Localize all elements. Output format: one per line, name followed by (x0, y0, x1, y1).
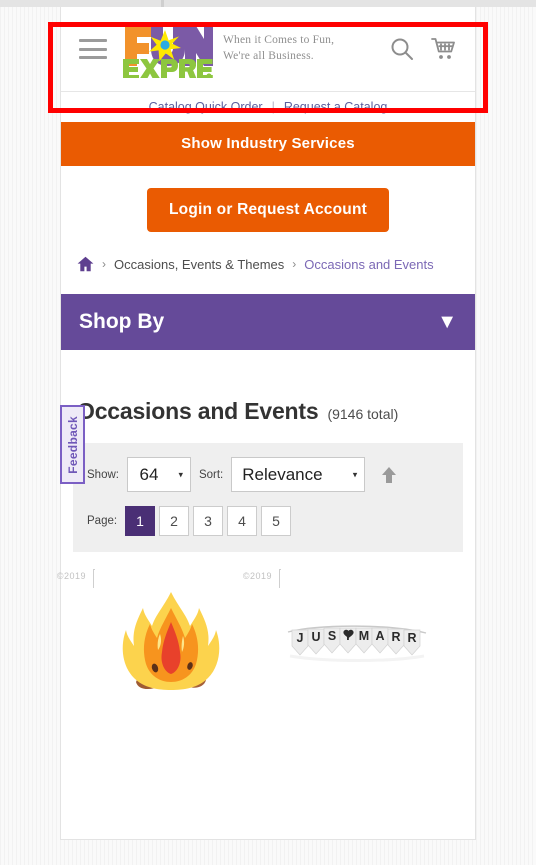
breadcrumb-item-occasions-and-events[interactable]: Occasions and Events (304, 257, 433, 272)
pagination-list: 1 2 3 4 5 (125, 506, 292, 536)
top-strip-notch (161, 0, 164, 7)
image-watermark: ©2019 (242, 571, 272, 581)
quick-links-separator: | (271, 100, 275, 114)
shop-by-label: Shop By (79, 310, 165, 333)
breadcrumb-item-occasions-events-themes[interactable]: Occasions, Events & Themes (114, 257, 284, 272)
shopping-cart-icon[interactable] (431, 37, 457, 61)
svg-text:J: J (297, 631, 304, 645)
show-industry-services-bar[interactable]: Show Industry Services (61, 122, 475, 166)
hamburger-bar (79, 47, 107, 51)
hamburger-bar (79, 39, 107, 42)
page-container: When it Comes to Fun, We're all Business… (57, 7, 476, 840)
page-label: Page: (87, 515, 118, 527)
image-watermark: ©2019 (56, 571, 86, 581)
login-button-wrapper: Login or Request Account (61, 166, 475, 256)
hamburger-menu-icon[interactable] (79, 39, 107, 59)
product-grid: ©2019 Inflatable Campfire (57, 552, 475, 724)
svg-text:A: A (375, 629, 384, 643)
page-title-row: Occasions and Events (9146 total) (61, 350, 475, 425)
shop-by-accordion-header[interactable]: Shop By ▼ (61, 294, 475, 350)
home-icon[interactable] (77, 256, 94, 272)
sort-by-select[interactable]: Relevance (231, 457, 366, 492)
search-icon[interactable] (389, 36, 415, 62)
filter-toolbar: Show: 64 ▾ Sort: Relevance ▾ Page: 1 2 3… (73, 443, 463, 552)
header-icon-group (389, 36, 457, 62)
chevron-down-icon: ▼ (437, 311, 457, 333)
svg-text:M: M (359, 629, 369, 643)
page-button-1[interactable]: 1 (125, 506, 156, 536)
show-select-wrapper: 64 ▾ (126, 457, 191, 492)
site-header: When it Comes to Fun, We're all Business… (61, 7, 475, 92)
svg-text:R: R (391, 630, 400, 644)
svg-text:S: S (328, 629, 336, 643)
browser-top-strip (0, 0, 536, 7)
svg-text:R: R (407, 631, 416, 645)
feedback-tab[interactable]: Feedback (60, 405, 85, 484)
result-count: (9146 total) (327, 406, 399, 422)
login-or-request-account-button[interactable]: Login or Request Account (147, 188, 389, 232)
filter-row-pagination: Page: 1 2 3 4 5 (87, 506, 449, 536)
show-label: Show: (87, 468, 119, 481)
product-card: J U S T M A R R ©2019 (243, 569, 435, 724)
breadcrumb-chevron: › (102, 257, 106, 271)
hamburger-bar (79, 56, 107, 59)
arrow-up-icon[interactable] (381, 466, 397, 484)
product-image-inflatable-campfire[interactable]: ©2019 (57, 569, 248, 724)
page-button-2[interactable]: 2 (159, 506, 190, 536)
page-button-4[interactable]: 4 (227, 506, 258, 536)
site-logo[interactable] (121, 20, 213, 78)
show-count-select[interactable]: 64 (126, 457, 191, 492)
request-a-catalog-link[interactable]: Request a Catalog (284, 100, 388, 114)
breadcrumb-chevron: › (292, 257, 297, 271)
filter-row-show-sort: Show: 64 ▾ Sort: Relevance ▾ (87, 457, 449, 492)
product-image-just-married-pennant-banner[interactable]: J U S T M A R R ©2019 (243, 569, 434, 724)
page-button-5[interactable]: 5 (261, 506, 292, 536)
product-card: ©2019 Inflatable Campfire (57, 569, 249, 724)
catalog-quick-order-link[interactable]: Catalog Quick Order (149, 100, 263, 114)
logo-tagline: When it Comes to Fun, We're all Business… (223, 34, 335, 62)
breadcrumb: › Occasions, Events & Themes › Occasions… (61, 256, 475, 294)
page-button-3[interactable]: 3 (193, 506, 224, 536)
sort-label: Sort: (198, 468, 224, 481)
quick-links-bar: Catalog Quick Order | Request a Catalog (61, 92, 475, 122)
svg-text:U: U (311, 630, 320, 644)
sort-select-wrapper: Relevance ▾ (231, 457, 366, 492)
page-title: Occasions and Events (77, 398, 319, 424)
feedback-tab-label: Feedback (65, 415, 80, 474)
